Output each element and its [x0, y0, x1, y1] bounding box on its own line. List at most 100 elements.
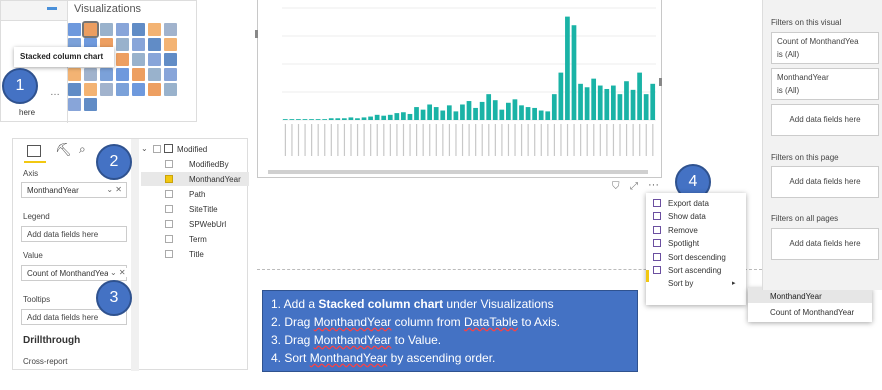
- chart-bar[interactable]: [545, 111, 551, 120]
- chart-bar[interactable]: [643, 94, 649, 120]
- visual-type-icon[interactable]: [132, 68, 145, 81]
- stacked-column-chart-icon[interactable]: [82, 21, 99, 38]
- menu-item[interactable]: Sort by: [668, 279, 693, 288]
- focus-mode-icon[interactable]: ⤢: [630, 181, 638, 192]
- field-checkbox[interactable]: [165, 205, 173, 213]
- chart-bar[interactable]: [440, 110, 446, 120]
- chart-bar[interactable]: [335, 118, 341, 120]
- submenu-item-count[interactable]: Count of MonthandYear: [770, 308, 854, 317]
- chart-bar[interactable]: [433, 107, 439, 120]
- chart-bar[interactable]: [407, 113, 413, 120]
- visual-type-icon[interactable]: [164, 83, 177, 96]
- chart-bar[interactable]: [558, 72, 564, 120]
- menu-item[interactable]: Sort descending: [668, 253, 726, 262]
- analytics-magnifier-icon[interactable]: ⌕: [79, 142, 86, 157]
- chart-bar[interactable]: [584, 87, 590, 120]
- chart-bar[interactable]: [650, 83, 656, 120]
- resize-handle-left[interactable]: [255, 30, 258, 38]
- chart-bar[interactable]: [499, 109, 505, 120]
- visual-type-icon[interactable]: [68, 98, 81, 111]
- resize-handle-right[interactable]: [659, 78, 662, 86]
- filter-card-count[interactable]: Count of MonthandYea is (All): [771, 32, 879, 64]
- chart-bar[interactable]: [296, 119, 301, 120]
- visual-type-icon[interactable]: [116, 38, 129, 51]
- chart-bar[interactable]: [414, 107, 419, 120]
- visual-type-icon[interactable]: [132, 83, 145, 96]
- chart-bar[interactable]: [453, 111, 459, 120]
- chart-bar[interactable]: [315, 119, 321, 120]
- field-item[interactable]: Term: [141, 232, 249, 246]
- visual-type-icon[interactable]: [164, 68, 177, 81]
- chart-bar[interactable]: [427, 104, 432, 120]
- format-paint-roller-icon[interactable]: ⛏: [55, 142, 72, 158]
- visual-type-icon[interactable]: [132, 38, 145, 51]
- filter-icon[interactable]: ⛉: [612, 181, 620, 192]
- chart-bar[interactable]: [637, 72, 642, 120]
- visual-type-icon[interactable]: [68, 83, 81, 96]
- chart-bar[interactable]: [401, 112, 406, 120]
- visual-type-icon[interactable]: [100, 83, 113, 96]
- field-item[interactable]: SPWebUrl: [141, 217, 249, 231]
- field-checkbox[interactable]: [165, 190, 173, 198]
- table-expand-icon[interactable]: ⌄: [141, 144, 148, 153]
- chart-bar[interactable]: [479, 101, 485, 120]
- chart-visual[interactable]: [257, 0, 662, 178]
- chart-bar[interactable]: [551, 94, 557, 120]
- chart-bar[interactable]: [624, 81, 629, 120]
- visual-type-icon[interactable]: [84, 83, 97, 96]
- table-checkbox[interactable]: [153, 145, 161, 153]
- visual-type-icon[interactable]: [84, 68, 97, 81]
- chart-bar[interactable]: [381, 115, 387, 120]
- field-checkbox[interactable]: [165, 250, 173, 258]
- visual-type-icon[interactable]: [148, 68, 161, 81]
- chart-bar[interactable]: [302, 119, 308, 120]
- chart-bar[interactable]: [571, 25, 577, 120]
- more-icon[interactable]: …: [50, 87, 60, 98]
- field-item[interactable]: SiteTitle: [141, 202, 249, 216]
- field-item[interactable]: Path: [141, 187, 249, 201]
- axis-well[interactable]: MonthandYear ⌄ ✕: [21, 182, 127, 198]
- visual-type-icon[interactable]: [164, 38, 177, 51]
- chart-bar[interactable]: [538, 110, 544, 120]
- chart-bar[interactable]: [355, 118, 360, 120]
- chart-bar[interactable]: [460, 104, 465, 120]
- menu-item[interactable]: Remove: [668, 226, 698, 235]
- pane-scrollbar[interactable]: [131, 139, 139, 371]
- chart-bar[interactable]: [309, 119, 314, 120]
- chart-bar[interactable]: [604, 88, 610, 120]
- chart-bar[interactable]: [565, 16, 570, 120]
- field-checkbox[interactable]: [165, 160, 173, 168]
- chart-bar[interactable]: [519, 105, 524, 120]
- menu-item[interactable]: Export data: [668, 199, 709, 208]
- chart-bar[interactable]: [348, 117, 354, 120]
- chart-bar[interactable]: [630, 89, 636, 120]
- chart-bar[interactable]: [446, 105, 452, 120]
- chart-bar[interactable]: [617, 94, 623, 120]
- chart-bar[interactable]: [282, 119, 288, 120]
- visual-type-icon[interactable]: [148, 53, 161, 66]
- field-checkbox[interactable]: [165, 220, 173, 228]
- submenu-item-monthandyear[interactable]: MonthandYear: [770, 292, 822, 301]
- filter-visual-add-well[interactable]: Add data fields here: [771, 104, 879, 136]
- chart-bar[interactable]: [578, 83, 583, 120]
- filter-all-add-well[interactable]: Add data fields here: [771, 228, 879, 260]
- chart-bar[interactable]: [361, 117, 367, 120]
- chart-bar[interactable]: [289, 119, 295, 120]
- chart-bar[interactable]: [506, 102, 511, 120]
- field-checkbox[interactable]: [165, 175, 173, 183]
- visual-type-icon[interactable]: [116, 53, 129, 66]
- chart-bar[interactable]: [368, 116, 373, 120]
- legend-well[interactable]: Add data fields here: [21, 226, 127, 242]
- chart-bar[interactable]: [591, 78, 597, 120]
- menu-item[interactable]: Sort ascending: [668, 266, 721, 275]
- visual-type-icon[interactable]: [100, 68, 113, 81]
- visual-type-icon[interactable]: [84, 98, 97, 111]
- chart-bar[interactable]: [328, 118, 334, 120]
- visual-type-icon[interactable]: [132, 53, 145, 66]
- field-checkbox[interactable]: [165, 235, 173, 243]
- chart-bar[interactable]: [597, 85, 603, 120]
- visual-type-icon[interactable]: [164, 53, 177, 66]
- field-item[interactable]: Title: [141, 247, 249, 261]
- chart-bar[interactable]: [322, 119, 328, 120]
- visual-type-icon[interactable]: [100, 23, 113, 36]
